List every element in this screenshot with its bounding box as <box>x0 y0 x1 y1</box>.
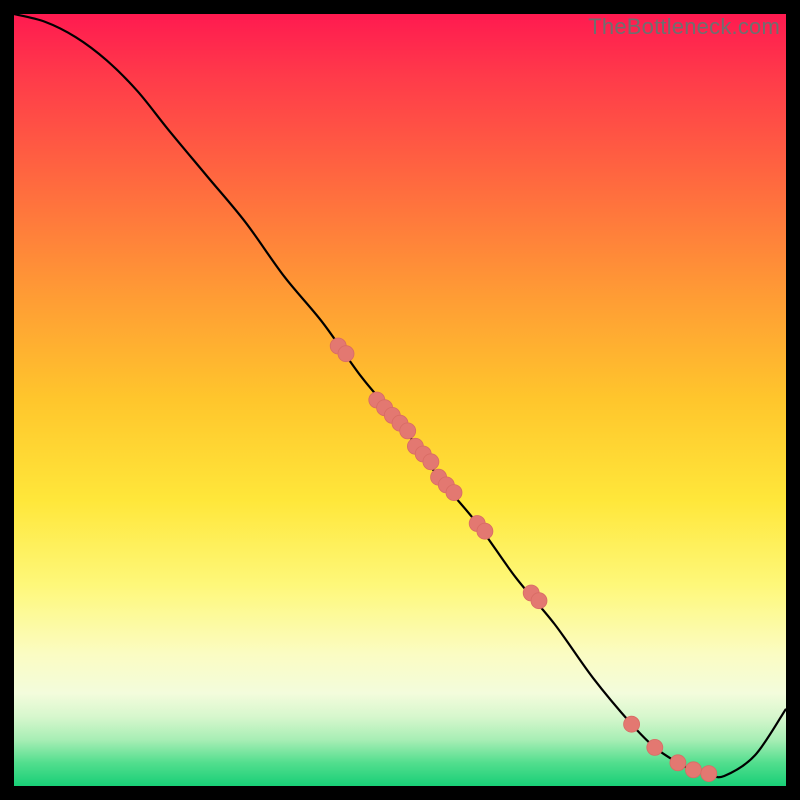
data-point <box>531 593 547 609</box>
bottleneck-curve-line <box>14 14 786 777</box>
data-point <box>477 523 493 539</box>
data-point <box>400 423 416 439</box>
data-point <box>685 762 701 778</box>
data-point <box>338 346 354 362</box>
data-point <box>423 454 439 470</box>
data-point <box>624 716 640 732</box>
chart-svg <box>14 14 786 786</box>
data-point <box>647 739 663 755</box>
chart-plot-area: TheBottleneck.com <box>14 14 786 786</box>
data-point <box>670 755 686 771</box>
data-point <box>701 766 717 782</box>
data-point <box>446 485 462 501</box>
highlighted-points-group <box>330 338 717 782</box>
chart-frame: TheBottleneck.com <box>0 0 800 800</box>
